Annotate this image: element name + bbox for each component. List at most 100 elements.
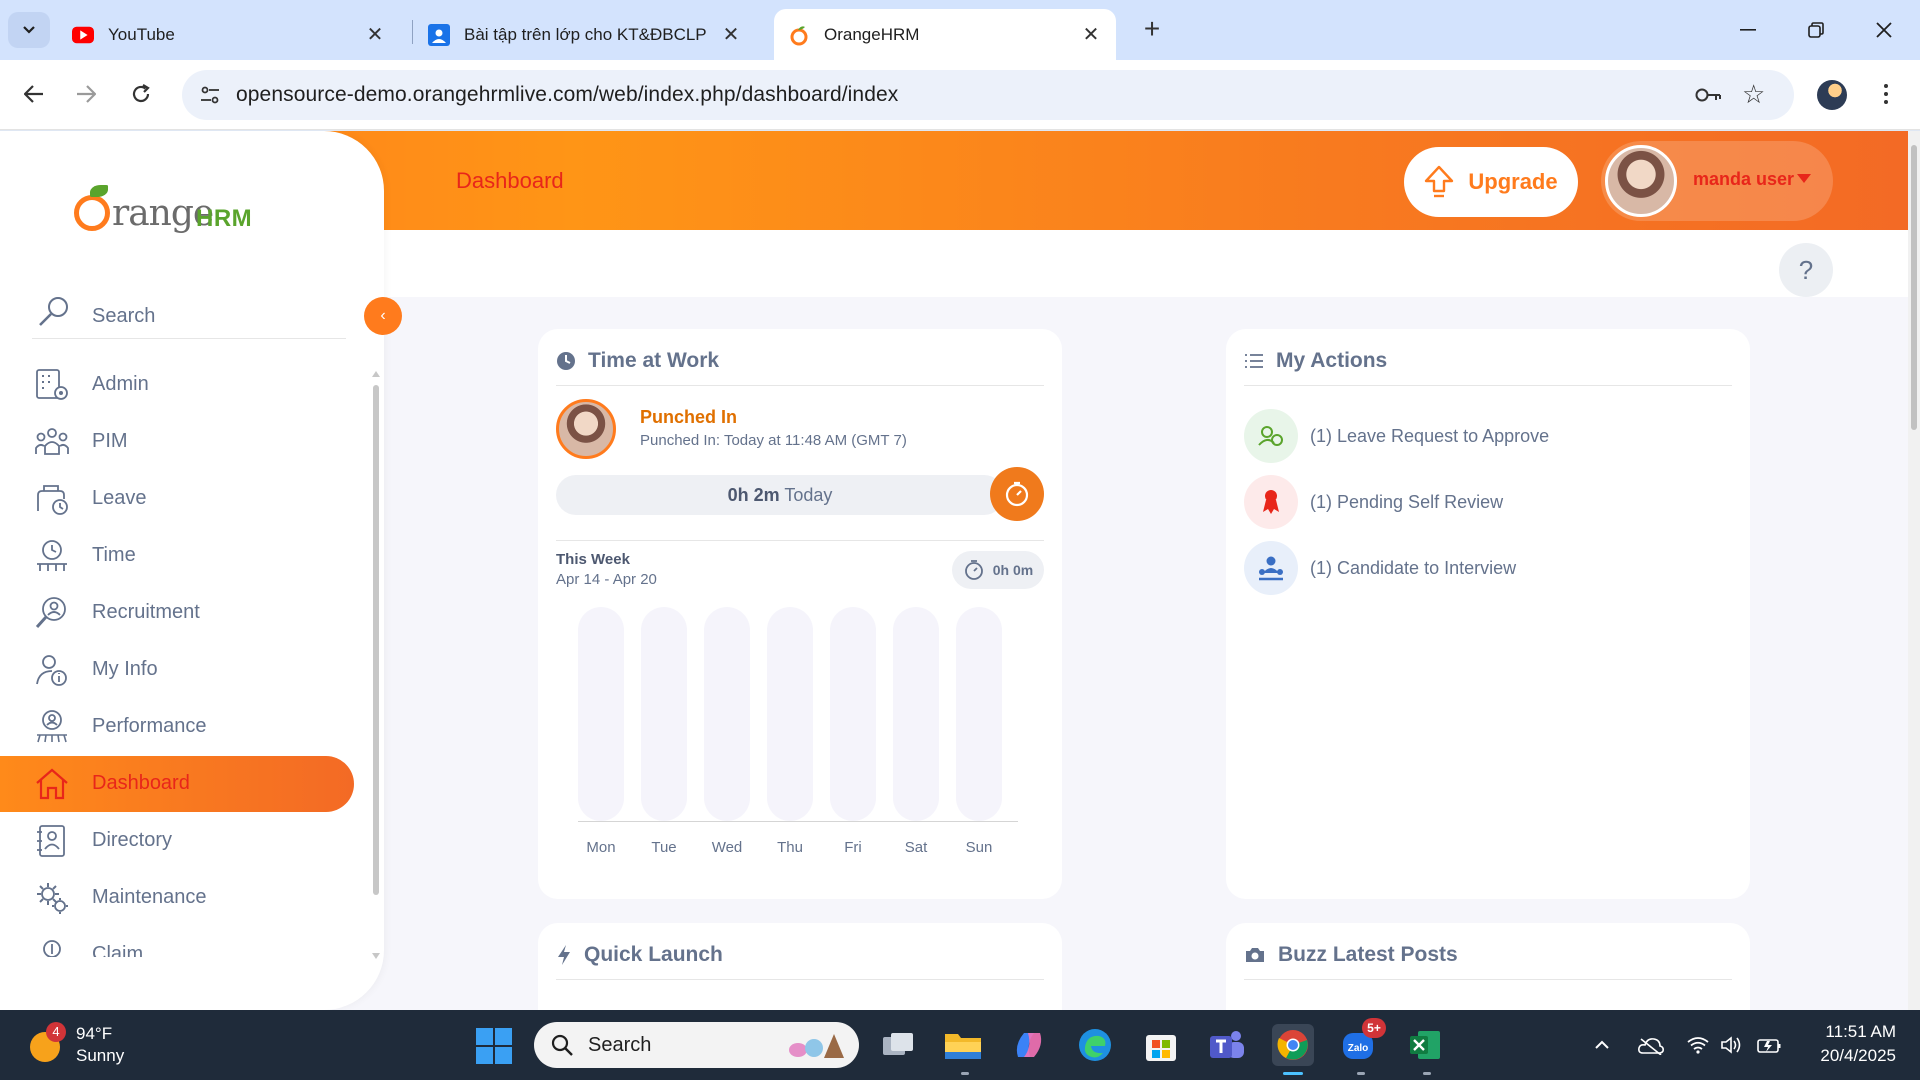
sidebar-item-label: My Info xyxy=(92,658,158,680)
list-icon xyxy=(1245,354,1263,368)
sidebar-item-label: Admin xyxy=(92,373,149,395)
search-label: Search xyxy=(92,305,156,327)
orangehrm-page: Dashboard Upgrade manda user ? Time at W… xyxy=(0,131,1920,1010)
tab-search-button[interactable] xyxy=(8,12,50,48)
sidebar-item-dashboard[interactable]: Dashboard xyxy=(0,756,354,812)
weather-badge: 4 xyxy=(46,1022,66,1042)
start-button[interactable] xyxy=(476,1028,512,1064)
system-clock[interactable]: 11:51 AM 20/4/2025 xyxy=(1806,1020,1896,1068)
onedrive-icon[interactable] xyxy=(1634,1032,1668,1058)
page-scrollbar[interactable] xyxy=(1908,131,1920,1010)
time-icon xyxy=(37,540,67,571)
battery-icon[interactable] xyxy=(1754,1032,1784,1058)
sidebar-item-admin[interactable]: Admin xyxy=(0,357,354,413)
sidebar-item-pim[interactable]: PIM xyxy=(0,414,354,470)
leave-request-icon xyxy=(1244,409,1298,463)
chart-tick-label: Thu xyxy=(777,839,803,856)
sidebar-item-claim[interactable]: Claim xyxy=(0,927,354,957)
sidebar-item-performance[interactable]: Performance xyxy=(0,699,354,755)
store-icon[interactable] xyxy=(1140,1024,1182,1066)
browser-menu-button[interactable] xyxy=(1876,78,1896,110)
orangehrm-logo[interactable]: range HRM xyxy=(74,181,254,241)
tab-youtube[interactable]: YouTube ✕ xyxy=(60,9,400,60)
action-item-candidate-interview[interactable]: (1) Candidate to Interview xyxy=(1244,541,1744,597)
chart-tick-label: Sat xyxy=(904,839,928,856)
tab-orangehrm[interactable]: OrangeHRM ✕ xyxy=(774,9,1116,60)
upgrade-arrow-icon xyxy=(1425,165,1454,198)
scrollbar-thumb[interactable] xyxy=(373,385,379,895)
sidebar-item-directory[interactable]: Directory xyxy=(0,813,354,869)
weather-widget[interactable]: 4 94°F Sunny xyxy=(30,1022,170,1068)
action-item-self-review[interactable]: (1) Pending Self Review xyxy=(1244,475,1744,531)
browser-profile-avatar[interactable] xyxy=(1817,80,1847,110)
bookmark-star-icon[interactable]: ☆ xyxy=(1742,81,1768,107)
password-key-icon[interactable] xyxy=(1694,83,1722,107)
file-explorer-icon[interactable] xyxy=(942,1024,984,1066)
sidebar-search[interactable]: Search xyxy=(32,295,346,339)
help-button[interactable]: ? xyxy=(1779,243,1833,297)
action-label: (1) Leave Request to Approve xyxy=(1310,426,1550,446)
restore-button[interactable] xyxy=(1796,14,1836,46)
taskbar-search[interactable]: Search xyxy=(534,1022,859,1068)
close-tab-icon[interactable]: ✕ xyxy=(364,23,386,46)
sidebar-scrollbar[interactable] xyxy=(370,367,382,967)
close-window-button[interactable] xyxy=(1864,14,1904,46)
new-tab-button[interactable]: + xyxy=(1138,14,1166,46)
reload-icon xyxy=(132,84,150,103)
chart-bar-track xyxy=(704,607,750,821)
back-button[interactable] xyxy=(18,78,50,110)
chevron-down-icon xyxy=(23,26,35,34)
sidebar-item-time[interactable]: Time xyxy=(0,528,354,584)
maintenance-icon xyxy=(37,883,68,914)
week-range: Apr 14 - Apr 20 xyxy=(556,571,657,588)
site-info-icon[interactable] xyxy=(198,83,222,107)
sidebar-item-maintenance[interactable]: Maintenance xyxy=(0,870,354,926)
chrome-icon[interactable] xyxy=(1272,1024,1314,1066)
punch-detail: Punched In: Today at 11:48 AM (GMT 7) xyxy=(640,432,907,449)
edge-icon[interactable] xyxy=(1074,1024,1116,1066)
forward-button[interactable] xyxy=(70,78,102,110)
running-indicator xyxy=(961,1072,969,1075)
copilot-icon[interactable] xyxy=(1008,1024,1050,1066)
scroll-up-arrow-icon[interactable] xyxy=(372,371,380,377)
task-view-icon[interactable] xyxy=(877,1024,919,1066)
week-title: This Week xyxy=(556,551,630,568)
stopwatch-icon xyxy=(964,560,983,580)
scroll-down-arrow-icon[interactable] xyxy=(372,953,380,959)
show-hidden-icons-button[interactable] xyxy=(1588,1032,1616,1058)
logo-mark xyxy=(74,195,110,231)
chart-tick-label: Mon xyxy=(586,839,616,856)
close-tab-icon[interactable]: ✕ xyxy=(1080,23,1102,46)
user-avatar xyxy=(1605,145,1677,217)
teams-icon[interactable] xyxy=(1206,1024,1248,1066)
action-item-leave-request[interactable]: (1) Leave Request to Approve xyxy=(1244,409,1744,465)
caret-down-icon xyxy=(1797,174,1811,183)
sidebar-item-label: Claim xyxy=(92,943,144,957)
divider xyxy=(1244,385,1732,386)
home-icon xyxy=(36,768,68,800)
sidebar-item-my-info[interactable]: My Info xyxy=(0,642,354,698)
tab-classroom[interactable]: Bài tập trên lớp cho KT&ĐBCLP ✕ xyxy=(416,9,756,60)
time-at-work-card: Time at Work Punched In Punched In: Toda… xyxy=(538,329,1062,899)
address-bar[interactable]: opensource-demo.orangehrmlive.com/web/in… xyxy=(182,70,1794,120)
sidebar: range HRM Search ‹ Admin PIM Leave Time … xyxy=(0,131,402,1010)
sidebar-collapse-button[interactable]: ‹ xyxy=(364,297,402,335)
excel-icon[interactable] xyxy=(1404,1024,1446,1066)
chart-tick-label: Sun xyxy=(965,839,993,856)
sidebar-item-label: Leave xyxy=(92,487,147,509)
running-indicator xyxy=(1357,1072,1365,1075)
classroom-icon xyxy=(428,23,450,46)
sidebar-item-recruitment[interactable]: Recruitment xyxy=(0,585,354,641)
minimize-button[interactable] xyxy=(1728,14,1768,46)
user-dropdown[interactable]: manda user xyxy=(1601,141,1833,221)
upgrade-button[interactable]: Upgrade xyxy=(1404,147,1578,217)
sidebar-item-leave[interactable]: Leave xyxy=(0,471,354,527)
browser-toolbar: opensource-demo.orangehrmlive.com/web/in… xyxy=(0,60,1920,130)
scrollbar-thumb[interactable] xyxy=(1911,145,1917,430)
zalo-icon[interactable]: Zalo 5+ xyxy=(1338,1018,1386,1066)
wifi-icon[interactable] xyxy=(1683,1032,1713,1058)
close-tab-icon[interactable]: ✕ xyxy=(720,23,742,46)
volume-icon[interactable] xyxy=(1717,1032,1747,1058)
punch-timer-button[interactable] xyxy=(990,467,1044,521)
reload-button[interactable] xyxy=(125,78,157,110)
